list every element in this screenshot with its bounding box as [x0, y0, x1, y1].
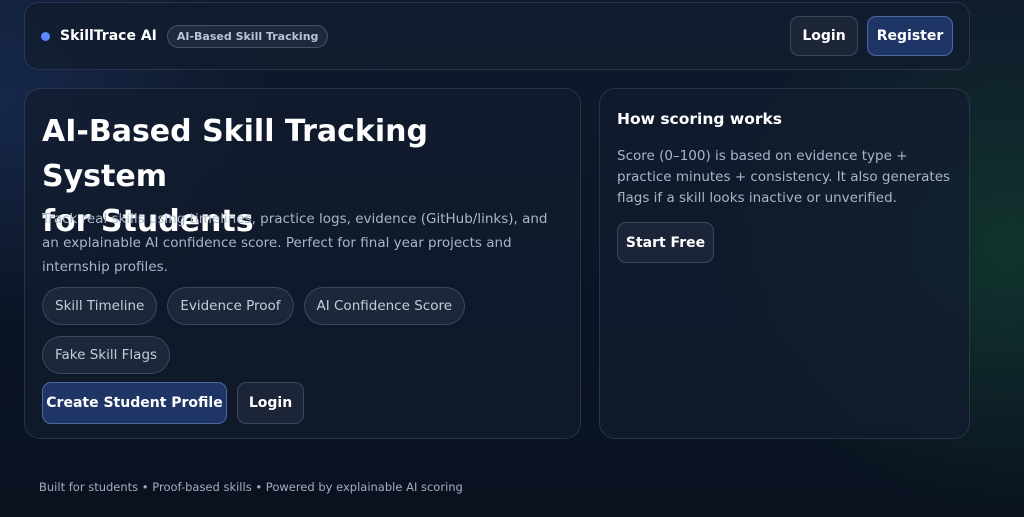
- start-free-button[interactable]: Start Free: [617, 222, 714, 263]
- chip-evidence-proof: Evidence Proof: [167, 287, 294, 325]
- top-nav: SkillTrace AI AI-Based Skill Tracking Lo…: [24, 2, 970, 70]
- chip-skill-timeline: Skill Timeline: [42, 287, 158, 325]
- chip-fake-skill-flags: Fake Skill Flags: [42, 336, 171, 374]
- register-button[interactable]: Register: [867, 16, 953, 56]
- create-student-profile-button[interactable]: Create Student Profile: [42, 382, 227, 424]
- hero-login-button[interactable]: Login: [237, 382, 304, 424]
- brand-badge: AI-Based Skill Tracking: [166, 24, 329, 48]
- scoring-description: Score (0–100) is based on evidence type …: [617, 148, 951, 206]
- hero-card: AI-Based Skill Tracking System for Studen…: [24, 88, 581, 439]
- feature-chips: Skill Timeline Evidence Proof AI Confide…: [42, 287, 567, 374]
- scoring-card: How scoring works Score (0–100) is based…: [599, 88, 970, 439]
- header-login-button[interactable]: Login: [790, 16, 858, 56]
- footer-text: Built for students • Proof-based skills …: [39, 480, 463, 494]
- hero-title-line1: AI-Based Skill Tracking System: [42, 114, 428, 194]
- brand-dot-icon: [41, 31, 50, 41]
- hero-actions: Create Student Profile Login: [42, 382, 304, 424]
- hero-description: Track real skills using timelines, pract…: [42, 211, 548, 275]
- brand-name[interactable]: SkillTrace AI: [60, 28, 157, 44]
- chip-ai-confidence-score: AI Confidence Score: [303, 287, 466, 325]
- scoring-title: How scoring works: [617, 110, 783, 128]
